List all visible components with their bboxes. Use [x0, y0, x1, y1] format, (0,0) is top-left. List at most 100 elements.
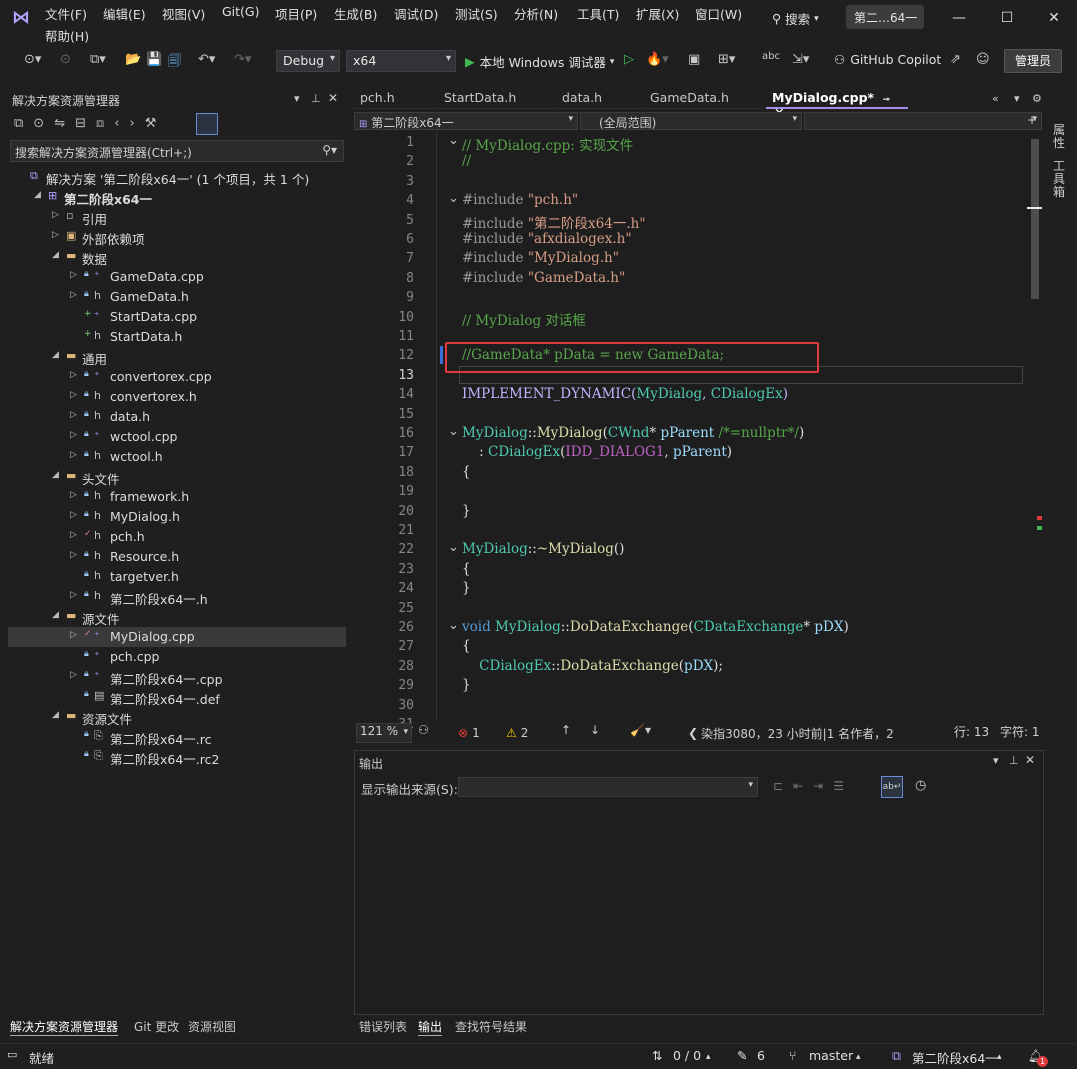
- undo-icon[interactable]: ↶▾: [198, 52, 215, 67]
- tree-item[interactable]: ▷ 🔒︎ ⁺ convertorex.cpp: [8, 367, 346, 387]
- member-nav-select[interactable]: ▾: [804, 112, 1042, 130]
- menu-help[interactable]: 帮助(H): [45, 26, 89, 45]
- pencil-icon[interactable]: ✎: [737, 1048, 747, 1063]
- tree-item[interactable]: ▷ ✓ ⁺ MyDialog.cpp: [8, 627, 346, 647]
- expand-icon[interactable]: ◢: [34, 190, 41, 200]
- branch-name[interactable]: master: [809, 1048, 853, 1063]
- back-icon[interactable]: ⊙▾: [24, 52, 41, 67]
- branch-icon[interactable]: ⑂: [789, 1048, 797, 1063]
- menu-build[interactable]: 生成(B): [334, 4, 377, 23]
- settings-icon[interactable]: ⚙: [1032, 92, 1042, 105]
- scrollbar-thumb[interactable]: [1031, 139, 1039, 299]
- menu-analyze[interactable]: 分析(N): [514, 4, 558, 23]
- toolbar-misc-icon[interactable]: ▣: [688, 52, 700, 67]
- tree-item[interactable]: ▷ 🔒︎ h MyDialog.h: [8, 507, 346, 527]
- chevron-up-icon[interactable]: ▴: [706, 1052, 711, 1062]
- save-icon[interactable]: 💾: [146, 52, 162, 67]
- share-icon[interactable]: ⇗: [950, 52, 961, 67]
- tree-item[interactable]: ▷ 🔒︎ h data.h: [8, 407, 346, 427]
- expand-icon[interactable]: ▷: [52, 230, 59, 240]
- expand-icon[interactable]: ▷: [70, 290, 77, 300]
- repo-name[interactable]: 第二阶段x64一: [912, 1048, 998, 1067]
- expand-icon[interactable]: ▷: [70, 450, 77, 460]
- maximize-icon[interactable]: ☐: [992, 6, 1022, 30]
- platform-select[interactable]: x64 ▾: [346, 50, 456, 72]
- expand-icon[interactable]: ▷: [52, 210, 59, 220]
- save-all-icon[interactable]: 🗐: [168, 52, 181, 74]
- tree-item[interactable]: 🔒︎ ▤ 第二阶段x64一.def: [8, 687, 346, 707]
- history-icon[interactable]: ⊙: [33, 116, 54, 131]
- sync-icon[interactable]: ⇅: [652, 1048, 662, 1063]
- menu-tools[interactable]: 工具(T): [577, 4, 619, 23]
- step-icon[interactable]: ⇲▾: [792, 52, 809, 67]
- tree-item[interactable]: ◢ ▬ 资源文件: [8, 707, 346, 727]
- properties-icon[interactable]: ⚒: [145, 116, 167, 131]
- tree-item[interactable]: ▷ 🔒︎ h framework.h: [8, 487, 346, 507]
- line-number[interactable]: 行: 13: [954, 723, 989, 743]
- chevron-up-icon[interactable]: ▴: [856, 1052, 861, 1062]
- show-all-icon[interactable]: ⧈: [96, 116, 114, 131]
- word-wrap-icon[interactable]: ab↵: [881, 776, 903, 798]
- menu-file[interactable]: 文件(F): [45, 4, 87, 23]
- code-icon[interactable]: ‹›: [114, 116, 144, 131]
- solution-explorer-toolbar[interactable]: ⧉⊙⇋⊟⧈‹›⚒: [14, 116, 166, 131]
- tree-item[interactable]: ▷ 🔒︎ h convertorex.h: [8, 387, 346, 407]
- run-debugger-button[interactable]: ▶ 本地 Windows 调试器 ▾: [465, 52, 614, 71]
- chevron-up-icon[interactable]: ▴: [997, 1052, 1002, 1062]
- tree-item[interactable]: ▷ 🔒︎ ⁺ wctool.cpp: [8, 427, 346, 447]
- repo-icon[interactable]: ⧉: [892, 1048, 901, 1064]
- output-source-select[interactable]: ▾: [458, 777, 758, 797]
- panel-options-icon[interactable]: ▾: [993, 754, 999, 767]
- layout-icon[interactable]: ⊞▾: [718, 52, 735, 67]
- menu-debug[interactable]: 调试(D): [394, 4, 438, 23]
- clock-icon[interactable]: ◷: [915, 778, 926, 793]
- tab-solution-explorer[interactable]: 解决方案资源管理器: [10, 1018, 119, 1036]
- tab-pch-h[interactable]: pch.h: [354, 89, 436, 109]
- goto-line-icon[interactable]: ⊏: [773, 779, 793, 793]
- tab-data-h[interactable]: data.h: [556, 89, 642, 109]
- expand-icon[interactable]: ▷: [70, 530, 77, 540]
- tree-item[interactable]: ▷ 🔒︎ h wctool.h: [8, 447, 346, 467]
- column-number[interactable]: 字符: 1: [1000, 723, 1040, 743]
- expand-icon[interactable]: ▷: [70, 550, 77, 560]
- close-panel-icon[interactable]: ✕: [1025, 753, 1035, 767]
- redo-icon[interactable]: ↷▾: [234, 52, 251, 67]
- tab-error-list[interactable]: 错误列表: [359, 1018, 407, 1035]
- sync-icon[interactable]: ⇋: [54, 116, 75, 131]
- project-nav-select[interactable]: ⊞ 第二阶段x64一 ▾: [354, 112, 578, 130]
- expand-icon[interactable]: ▷: [70, 490, 77, 500]
- tree-item[interactable]: ⧉ 解决方案 '第二阶段x64一' (1 个项目，共 1 个): [8, 167, 346, 187]
- copilot-button[interactable]: ⚇ GitHub Copilot: [834, 52, 941, 67]
- output-toolbar[interactable]: ⊏⇤⇥☰: [773, 779, 854, 793]
- solution-name-badge[interactable]: 第二…64一: [846, 5, 924, 29]
- tab-gamedata-h[interactable]: GameData.h: [644, 89, 764, 109]
- tree-item[interactable]: ▷ 🔒︎ ⁺ 第二阶段x64一.cpp: [8, 667, 346, 687]
- tree-item[interactable]: + h StartData.h: [8, 327, 346, 347]
- tree-item[interactable]: ◢ ▬ 源文件: [8, 607, 346, 627]
- sync-count[interactable]: 0 / 0: [673, 1048, 701, 1063]
- solution-search-input[interactable]: 搜索解决方案资源管理器(Ctrl+;) ⚲▾: [10, 140, 344, 162]
- menu-test[interactable]: 测试(S): [455, 4, 498, 23]
- copilot-status-icon[interactable]: ⚇: [418, 723, 429, 743]
- menu-git[interactable]: Git(G): [222, 4, 260, 19]
- menu-extensions[interactable]: 扩展(X): [636, 4, 679, 23]
- expand-icon[interactable]: ◢: [52, 610, 59, 620]
- expand-icon[interactable]: ▷: [70, 410, 77, 420]
- feedback-icon[interactable]: ☺: [976, 52, 990, 67]
- admin-badge[interactable]: 管理员: [1004, 49, 1062, 73]
- tree-item[interactable]: ▷ 🔒︎ ⁺ GameData.cpp: [8, 267, 346, 287]
- pin-icon[interactable]: ⊥: [1009, 754, 1019, 767]
- next-issue-icon[interactable]: ↓: [590, 723, 600, 743]
- preview-toggle-icon[interactable]: [196, 113, 218, 135]
- expand-icon[interactable]: ▷: [70, 670, 77, 680]
- forward-icon[interactable]: ⊙: [60, 52, 71, 67]
- collapse-icon[interactable]: ⊟: [75, 116, 96, 131]
- tab-list-icon[interactable]: ▾: [1014, 92, 1020, 105]
- fold-icon[interactable]: ⌄: [448, 191, 459, 206]
- vertical-scrollbar[interactable]: [1027, 131, 1042, 720]
- error-count[interactable]: ⊗ 1: [458, 723, 480, 743]
- tree-item[interactable]: 🔒︎ ⎘ 第二阶段x64一.rc2: [8, 747, 346, 767]
- spellcheck-icon[interactable]: abc: [762, 51, 780, 62]
- fold-icon[interactable]: ⌄: [448, 540, 459, 555]
- menu-edit[interactable]: 编辑(E): [103, 4, 146, 23]
